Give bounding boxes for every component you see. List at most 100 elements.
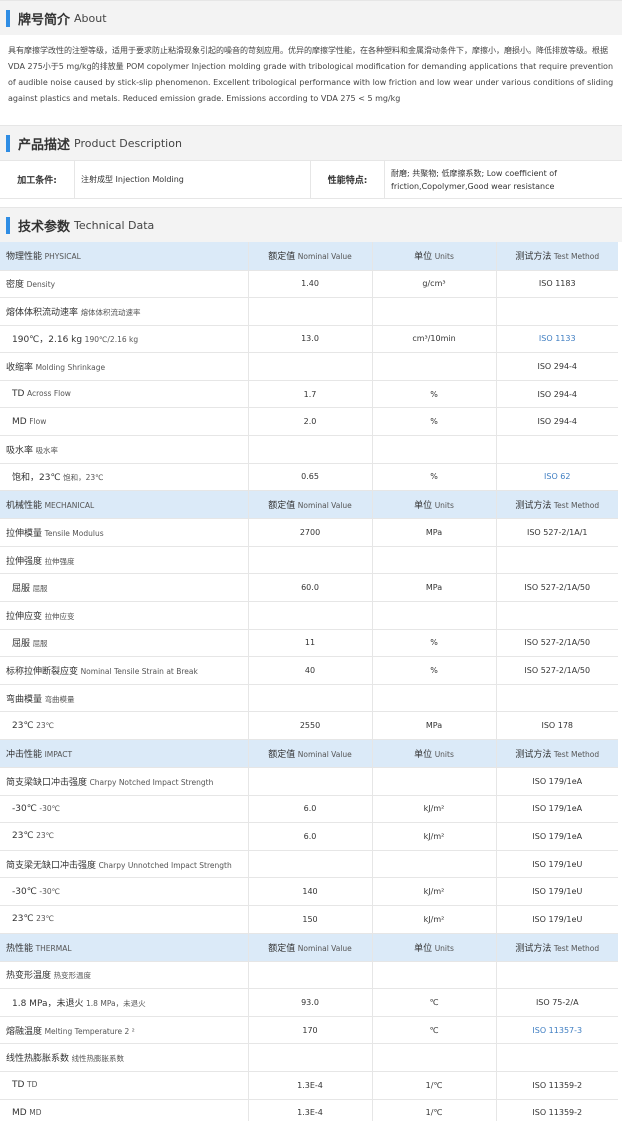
table-row: 密度 Density 1.40 g/cm³ ISO 1183 — [0, 270, 618, 299]
nominal-value-header: 额定值 Nominal Value — [248, 933, 373, 962]
units-header-u_en: Units — [434, 750, 454, 759]
value-cell — [248, 352, 373, 381]
unit-cell — [372, 1043, 497, 1072]
property-name-cell-en: -30℃ — [39, 886, 61, 896]
property-name-cell-en: Melting Temperature 2 ² — [44, 1026, 135, 1036]
property-name-cell-zh: 拉伸应变 — [6, 611, 43, 622]
nominal-value-header-v_en: Nominal Value — [297, 943, 352, 953]
group-name-cell: 机械性能 MECHANICAL — [0, 490, 249, 520]
method-cell-m: ISO 1183 — [538, 279, 576, 289]
method-cell-m: ISO 179/1eA — [532, 831, 583, 841]
table-row: TD TD 1.3E-4 1/℃ ISO 11359-2 — [0, 1071, 618, 1100]
property-name-cell-zh: 熔体体积流动速率 — [6, 307, 79, 318]
unit-cell: MPa — [372, 711, 497, 740]
table-row: 屈服 屈服 60.0 MPa ISO 527-2/1A/50 — [0, 573, 618, 603]
property-name-cell-en: 屈服 — [32, 584, 48, 594]
unit-cell-u: kJ/m² — [423, 804, 445, 814]
group-name-cell-zh: 冲击性能 — [6, 750, 43, 760]
test-method-header-m_en: Test Method — [553, 943, 600, 953]
property-name-cell: 熔融温度 Melting Temperature 2 ² — [0, 1016, 249, 1045]
property-name-cell-en: TD — [26, 1080, 38, 1090]
units-header-u_en: Units — [434, 501, 454, 511]
group-name-cell: 热性能 THERMAL — [0, 933, 249, 962]
table-row: 拉伸模量 Tensile Modulus 2700 MPa ISO 527-2/… — [0, 518, 618, 547]
test-method-header-m_zh: 测试方法 — [515, 501, 552, 512]
property-name-cell: 线性热膨胀系数 线性热膨胀系数 — [0, 1043, 249, 1072]
units-header-u_zh: 单位 — [414, 750, 433, 760]
property-name-cell: 饱和，23℃ 饱和，23℃ — [0, 463, 249, 492]
property-name-cell: -30℃ -30℃ — [0, 877, 249, 906]
unit-cell — [372, 546, 497, 575]
unit-cell: % — [372, 407, 497, 437]
property-name-cell-zh: 简支梁无缺口冲击强度 — [6, 860, 97, 871]
units-header: 单位 Units — [372, 242, 497, 271]
technical-data-table: 物理性能 PHYSICAL 额定值 Nominal Value 单位 Units… — [0, 242, 618, 1121]
unit-cell: ℃ — [372, 988, 497, 1017]
table-row: 饱和，23℃ 饱和，23℃ 0.65 % ISO 62 — [0, 463, 618, 492]
processing-value: 注射成型 Injection Molding — [75, 161, 311, 198]
property-name-cell-en: Nominal Tensile Strain at Break — [80, 667, 198, 677]
property-name-cell-zh: 弯曲模量 — [6, 694, 43, 705]
property-name-cell-zh: 23℃ — [12, 720, 34, 731]
method-cell: ISO 62 — [496, 463, 618, 492]
value-cell: 1.3E-4 — [248, 1071, 373, 1100]
table-row: 收缩率 Molding Shrinkage ISO 294-4 — [0, 352, 618, 381]
method-cell: ISO 527-2/1A/50 — [496, 656, 618, 685]
units-header: 单位 Units — [372, 933, 497, 962]
value-cell — [248, 1043, 373, 1072]
value-cell: 170 — [248, 1016, 373, 1045]
table-row: -30℃ -30℃ 140 kJ/m² ISO 179/1eU — [0, 877, 618, 906]
test-method-header: 测试方法 Test Method — [496, 739, 618, 768]
test-method-header: 测试方法 Test Method — [496, 933, 618, 962]
property-name-cell-en: 拉伸应变 — [44, 611, 75, 621]
table-row: 吸水率 吸水率 — [0, 435, 618, 464]
table-row: TD Across Flow 1.7 % ISO 294-4 — [0, 380, 618, 409]
property-name-cell: 190℃，2.16 kg 190℃/2.16 kg — [0, 325, 249, 354]
value-cell-v: 2.0 — [303, 417, 317, 427]
table-row: 23℃ 23℃ 6.0 kJ/m² ISO 179/1eA — [0, 822, 618, 851]
test-method-header: 测试方法 Test Method — [496, 490, 618, 520]
property-name-cell: -30℃ -30℃ — [0, 795, 249, 824]
property-name-cell-zh: MD — [12, 416, 27, 427]
nominal-value-header-v_en: Nominal Value — [297, 501, 352, 511]
property-name-cell-zh: 线性热膨胀系数 — [6, 1054, 70, 1065]
unit-cell-u: kJ/m² — [423, 887, 445, 897]
method-cell-m: ISO 178 — [541, 721, 574, 731]
property-name-cell-zh: -30℃ — [12, 886, 37, 897]
units-header: 单位 Units — [372, 490, 497, 520]
unit-cell-u: MPa — [425, 528, 443, 538]
unit-cell-u: MPa — [425, 583, 443, 593]
unit-cell-u: % — [430, 389, 438, 399]
nominal-value-header-v_en: Nominal Value — [297, 750, 352, 759]
unit-cell — [372, 435, 497, 464]
unit-cell: kJ/m² — [372, 822, 497, 851]
tech-title-zh: 技术参数 — [18, 219, 71, 235]
table-row: 简支梁缺口冲击强度 Charpy Notched Impact Strength… — [0, 767, 618, 796]
section-accent-bar — [6, 216, 10, 234]
unit-cell: cm³/10min — [372, 325, 497, 354]
value-cell-v: 11 — [304, 638, 316, 648]
property-name-cell: 23℃ 23℃ — [0, 905, 249, 934]
method-cell-m: ISO 11359-2 — [532, 1108, 583, 1118]
property-name-cell-en: 拉伸强度 — [44, 556, 75, 566]
table-row: 简支梁无缺口冲击强度 Charpy Unnotched Impact Stren… — [0, 850, 618, 879]
property-name-cell-en: 吸水率 — [35, 445, 59, 455]
group-name-cell-zh: 物理性能 — [6, 252, 43, 263]
property-name-cell-en: 23℃ — [36, 914, 55, 924]
group-name-cell-en: PHYSICAL — [44, 252, 81, 262]
unit-cell: MPa — [372, 573, 497, 603]
property-name-cell: 密度 Density — [0, 270, 249, 299]
test-method-header: 测试方法 Test Method — [496, 242, 618, 271]
method-cell: ISO 179/1eA — [496, 795, 618, 824]
unit-cell-u: g/cm³ — [422, 279, 446, 289]
value-cell-v: 1.7 — [303, 389, 317, 399]
unit-cell — [372, 961, 497, 990]
method-cell — [496, 435, 618, 464]
property-name-cell-en: 热变形温度 — [53, 971, 92, 981]
unit-cell-u: cm³/10min — [412, 334, 456, 344]
method-cell-m: ISO 179/1eA — [532, 804, 583, 814]
nominal-value-header: 额定值 Nominal Value — [248, 739, 373, 768]
property-name-cell: 1.8 MPa，未退火 1.8 MPa，未退火 — [0, 988, 249, 1017]
method-cell: ISO 11359-2 — [496, 1071, 618, 1100]
value-cell — [248, 684, 373, 713]
